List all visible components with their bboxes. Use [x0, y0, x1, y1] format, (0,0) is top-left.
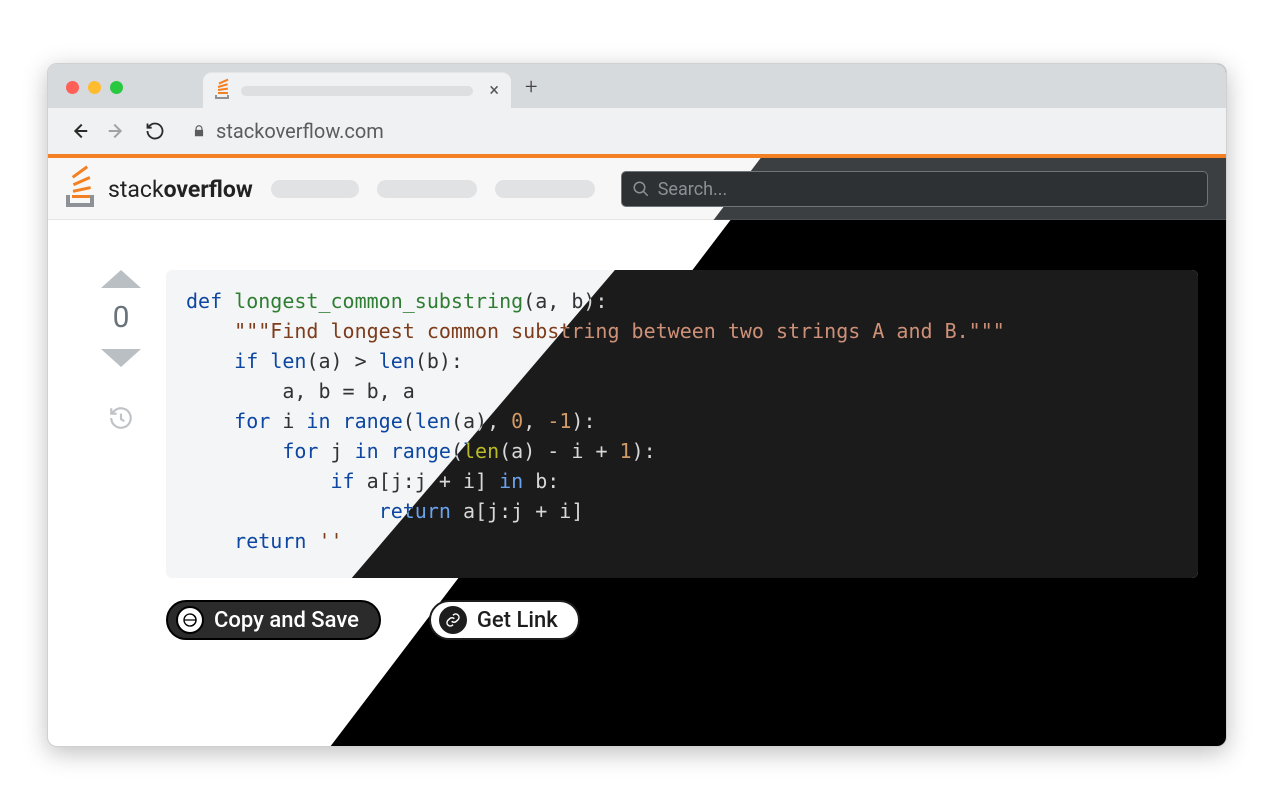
code-block[interactable]: def longest_common_substring(a, b): """F…	[166, 270, 1198, 578]
back-button[interactable]	[68, 120, 90, 142]
new-tab-button[interactable]: +	[525, 75, 537, 100]
copy-save-label: Copy and Save	[214, 608, 359, 633]
reload-button[interactable]	[144, 120, 166, 142]
nav-placeholder-3[interactable]	[495, 180, 595, 198]
history-icon[interactable]	[108, 405, 134, 435]
tab-bar: × +	[48, 64, 1226, 108]
action-buttons: Copy and Save Get Link	[166, 600, 1198, 640]
page-content: 0 def longest_common_substring(a, b): ""…	[48, 220, 1226, 746]
window-controls	[66, 81, 123, 94]
stackoverflow-logo-icon	[66, 171, 100, 207]
logo-text: stackoverflow	[108, 176, 253, 203]
tab-title-placeholder	[241, 86, 473, 96]
url-display[interactable]: stackoverflow.com	[192, 119, 384, 143]
close-tab-button[interactable]: ×	[489, 82, 499, 100]
browser-window: × + stackoverflow.com stackoverflow	[47, 63, 1227, 747]
maximize-window-button[interactable]	[110, 81, 123, 94]
stackoverflow-favicon-icon	[215, 83, 231, 99]
link-icon	[439, 606, 467, 634]
lock-icon	[192, 124, 206, 138]
copy-save-icon	[176, 606, 204, 634]
address-bar: stackoverflow.com	[48, 108, 1226, 154]
search-input[interactable]: Search...	[621, 171, 1208, 207]
url-text: stackoverflow.com	[216, 119, 384, 143]
forward-button[interactable]	[106, 120, 128, 142]
answer-body: def longest_common_substring(a, b): """F…	[166, 270, 1198, 746]
upvote-button[interactable]	[101, 270, 141, 288]
vote-column: 0	[76, 270, 166, 746]
get-link-label: Get Link	[477, 608, 558, 633]
nav-placeholder-2[interactable]	[377, 180, 477, 198]
close-window-button[interactable]	[66, 81, 79, 94]
downvote-button[interactable]	[101, 349, 141, 367]
copy-and-save-button[interactable]: Copy and Save	[166, 600, 381, 640]
search-placeholder: Search...	[658, 179, 728, 200]
get-link-button[interactable]: Get Link	[429, 600, 580, 640]
nav-placeholder-1[interactable]	[271, 180, 359, 198]
search-icon	[632, 180, 650, 198]
stackoverflow-logo[interactable]: stackoverflow	[66, 171, 253, 207]
site-header: stackoverflow Search...	[48, 158, 1226, 220]
minimize-window-button[interactable]	[88, 81, 101, 94]
vote-score: 0	[113, 300, 130, 335]
browser-tab[interactable]: ×	[203, 72, 511, 108]
